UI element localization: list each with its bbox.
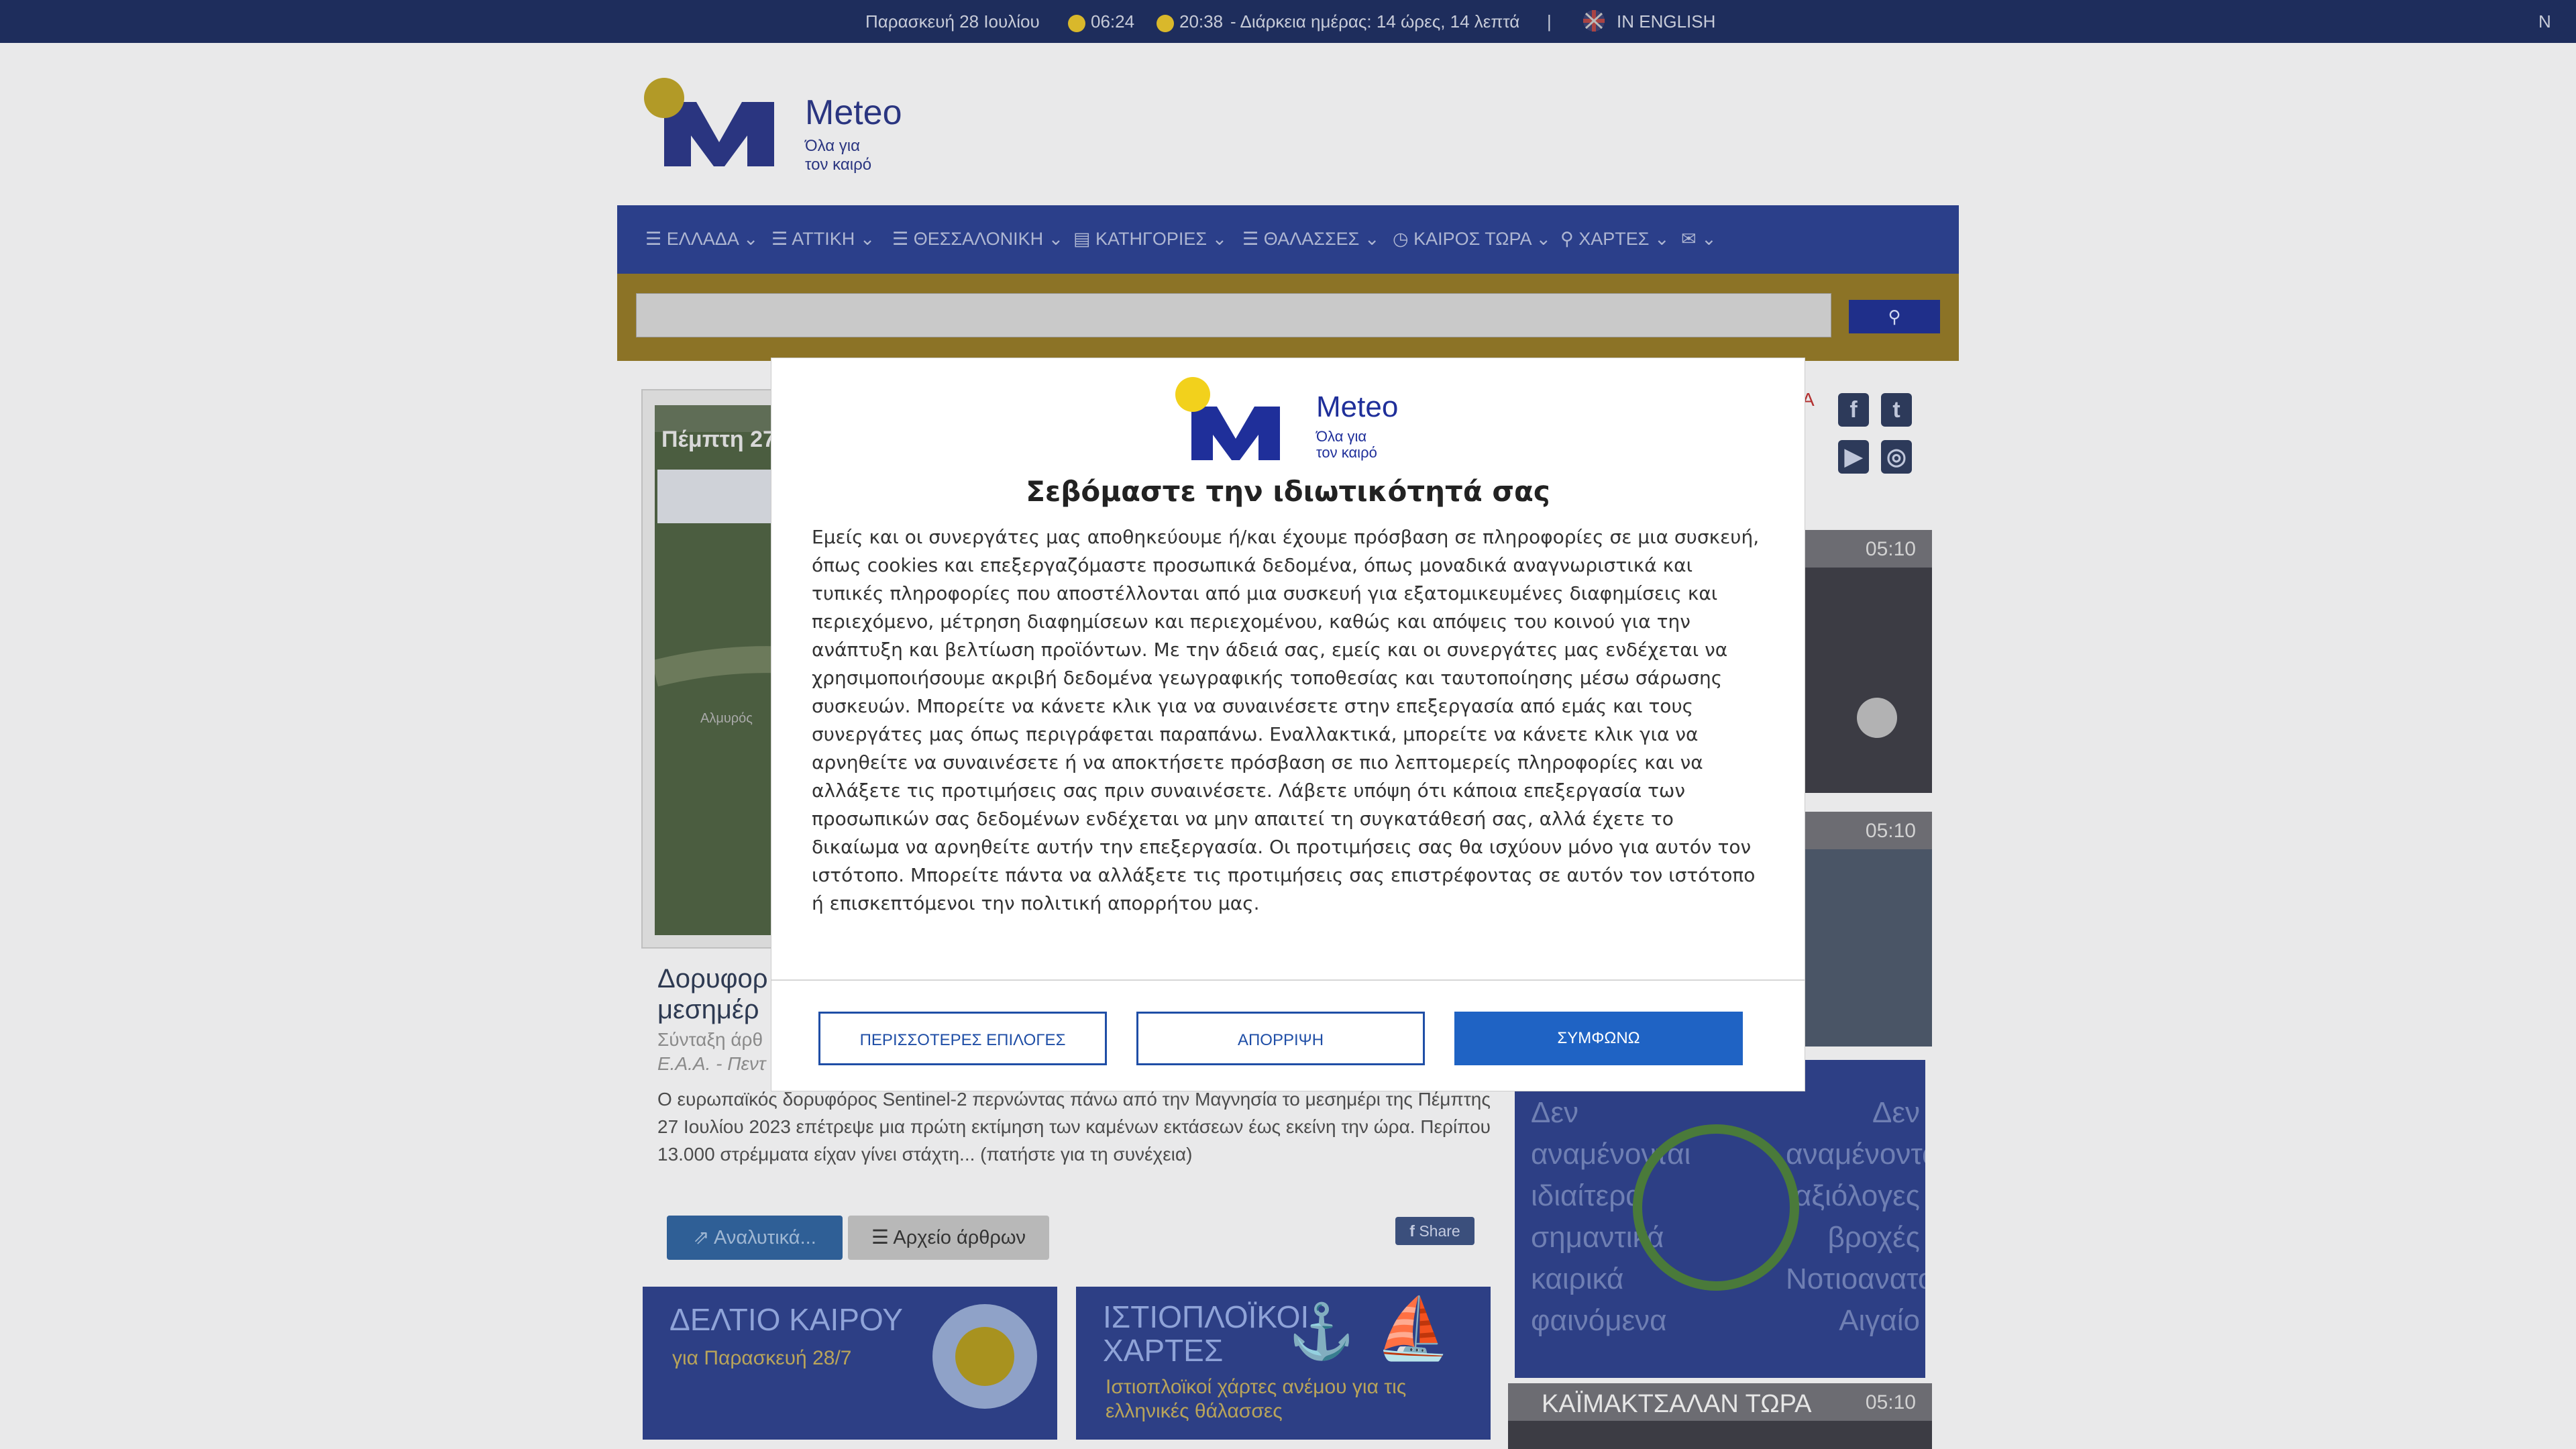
webcam-header: ΚΑΪΜΑΚΤΣΑΛΑΝ ΤΩΡΑ 05:10	[1508, 1383, 1932, 1421]
top-info-bar: Παρασκευή 28 Ιουλίου 06:24 20:38 - Διάρκ…	[0, 0, 2576, 43]
agree-button[interactable]: ΣΥΜΦΩΝΩ	[1454, 1012, 1743, 1065]
widget-right-text: Δεν αναμένονται αξιόλογες βροχές Νοτιοαν…	[1786, 1096, 1925, 1337]
sailing-maps-tile[interactable]: ΙΣΤΙΟΠΛΟΪΚΟΙ ΧΑΡΤΕΣ Ιστιοπλοϊκοί χάρτες …	[1076, 1287, 1491, 1440]
search-input[interactable]	[636, 293, 1831, 337]
main-navigation: ☰ ΕΛΛΑΔΑ ⌄ ☰ ΑΤΤΙΚΗ ⌄ ☰ ΘΕΣΣΑΛΟΝΙΚΗ ⌄ ▤ …	[617, 205, 1959, 274]
envelope-icon: ✉	[1681, 229, 1697, 249]
nav-label: ΚΑΙΡΟΣ ΤΩΡΑ	[1413, 229, 1532, 249]
read-more-button[interactable]: ⇗ Αναλυτικά...	[667, 1216, 843, 1260]
archive-label: Αρχείο άρθρων	[893, 1227, 1026, 1248]
search-icon: ⚲	[1888, 307, 1901, 327]
tile-title: ΙΣΤΙΟΠΛΟΪΚΟΙ ΧΑΡΤΕΣ	[1103, 1299, 1309, 1368]
twitter-icon[interactable]: t	[1881, 393, 1912, 427]
logo-tagline-2: τον καιρό	[805, 156, 872, 174]
nav-label: ΚΑΤΗΓΟΡΙΕΣ	[1095, 229, 1208, 249]
tile-subtitle: Ιστιοπλοϊκοί χάρτες ανέμου για τις ελλην…	[1106, 1376, 1407, 1422]
nav-item-thessaloniki[interactable]: ☰ ΘΕΣΣΑΛΟΝΙΚΗ ⌄	[892, 229, 1063, 250]
sailboat-icon: ⛵	[1375, 1295, 1451, 1362]
nav-label: ΘΕΣΣΑΛΟΝΙΚΗ	[913, 229, 1044, 249]
weather-forecast-widget[interactable]: Δεν αναμένονται ιδιαίτερα σημαντικά καιρ…	[1515, 1060, 1925, 1378]
youtube-icon[interactable]: ▶	[1838, 440, 1869, 474]
street-light	[1857, 698, 1897, 738]
reject-button[interactable]: ΑΠΟΡΡΙΨΗ	[1136, 1012, 1425, 1065]
consent-logo-brand: Meteo	[1316, 390, 1399, 423]
logo-brand: Meteo	[805, 93, 902, 132]
sunset-icon	[1157, 12, 1174, 33]
read-more-label: Αναλυτικά...	[714, 1227, 816, 1248]
logo-tagline-1: Όλα για	[805, 137, 860, 155]
article-excerpt[interactable]: Ο ευρωπαϊκός δορυφόρος Sentinel-2 περνών…	[657, 1085, 1496, 1168]
consent-divider	[771, 979, 1805, 981]
share-label: Share	[1419, 1222, 1460, 1240]
webcam-3[interactable]: ΚΑΪΜΑΚΤΣΑΛΑΝ ΤΩΡΑ 05:10	[1508, 1383, 1932, 1449]
tile-subtitle: για Παρασκευή 28/7	[672, 1347, 852, 1369]
nav-item-attiki[interactable]: ☰ ΑΤΤΙΚΗ ⌄	[771, 229, 875, 250]
consent-logo-tagline-1: Όλα για	[1316, 428, 1367, 445]
nav-item-categories[interactable]: ▤ ΚΑΤΗΓΟΡΙΕΣ ⌄	[1073, 229, 1227, 250]
nav-item-contact[interactable]: ✉ ⌄	[1681, 229, 1717, 250]
consent-title: Σεβόμαστε την ιδιωτικότητά σας	[1026, 475, 1550, 508]
facebook-share-button[interactable]: f Share	[1395, 1217, 1474, 1245]
topbar-right-letter: N	[2538, 11, 2551, 32]
webcam-time: 05:10	[1865, 1391, 1916, 1413]
english-link[interactable]: IN ENGLISH	[1617, 11, 1715, 32]
article-meta: Σύνταξη άρθ Ε.Α.Α. - Πεντ	[657, 1028, 765, 1076]
current-date: Παρασκευή 28 Ιουλίου	[865, 11, 1040, 32]
nav-item-seas[interactable]: ☰ ΘΑΛΑΣΣΕΣ ⌄	[1242, 229, 1380, 250]
day-length: - Διάρκεια ημέρας: 14 ώρες, 14 λεπτά	[1230, 11, 1520, 32]
topbar-separator: |	[1547, 11, 1552, 32]
search-button[interactable]: ⚲	[1849, 300, 1940, 333]
nav-label: ΕΛΛΑΔΑ	[666, 229, 739, 249]
nav-label: ΧΑΡΤΕΣ	[1578, 229, 1650, 249]
anchor-icon: ⚓	[1288, 1301, 1355, 1361]
nav-item-weather-now[interactable]: ◷ ΚΑΙΡΟΣ ΤΩΡΑ ⌄	[1393, 229, 1551, 250]
sunrise-icon	[1068, 12, 1085, 33]
instagram-icon[interactable]: ◎	[1881, 440, 1912, 474]
webcam-time: 05:10	[1865, 538, 1916, 560]
map-date-label: Πέμπτη 27	[661, 427, 775, 452]
social-links: f t ▶ ◎	[1838, 393, 1925, 487]
tile-title: ΔΕΛΤΙΟ ΚΑΙΡΟΥ	[669, 1302, 903, 1337]
webcam-title: ΚΑΪΜΑΚΤΣΑΛΑΝ ΤΩΡΑ	[1542, 1390, 1812, 1418]
facebook-icon: f	[1409, 1222, 1415, 1240]
consent-logo-tagline-2: τον καιρό	[1316, 444, 1377, 461]
uk-flag-icon	[1580, 9, 1607, 32]
map-place-label: Αλμυρός	[700, 711, 753, 726]
nav-item-greece[interactable]: ☰ ΕΛΛΑΔΑ ⌄	[645, 229, 759, 250]
site-logo[interactable]: Meteo Όλα για τον καιρό	[644, 75, 906, 176]
weather-bulletin-tile[interactable]: ΔΕΛΤΙΟ ΚΑΙΡΟΥ για Παρασκευή 28/7	[643, 1287, 1057, 1440]
article-source: Ε.Α.Α. - Πεντ	[657, 1053, 766, 1074]
article-author: Σύνταξη άρθ	[657, 1029, 763, 1050]
consent-logo: Meteo Όλα για τον καιρό	[1173, 377, 1401, 464]
wind-compass-icon	[1633, 1124, 1799, 1291]
map-watermark-logo	[657, 470, 771, 523]
more-options-button[interactable]: ΠΕΡΙΣΣΟΤΕΡΕΣ ΕΠΙΛΟΓΕΣ	[818, 1012, 1107, 1065]
sunset-time: 20:38	[1179, 11, 1224, 32]
nav-item-maps[interactable]: ⚲ ΧΑΡΤΕΣ ⌄	[1560, 229, 1670, 250]
sun-icon	[932, 1304, 1037, 1409]
article-archive-button[interactable]: ☰ Αρχείο άρθρων	[848, 1216, 1049, 1260]
facebook-icon[interactable]: f	[1838, 393, 1869, 427]
nav-label: ΘΑΛΑΣΣΕΣ	[1263, 229, 1360, 249]
sunrise-time: 06:24	[1091, 11, 1135, 32]
consent-body-text: Εμείς και οι συνεργάτες μας αποθηκεύουμε…	[812, 526, 1760, 914]
nav-label: ΑΤΤΙΚΗ	[792, 229, 855, 249]
webcam-time: 05:10	[1865, 820, 1916, 842]
